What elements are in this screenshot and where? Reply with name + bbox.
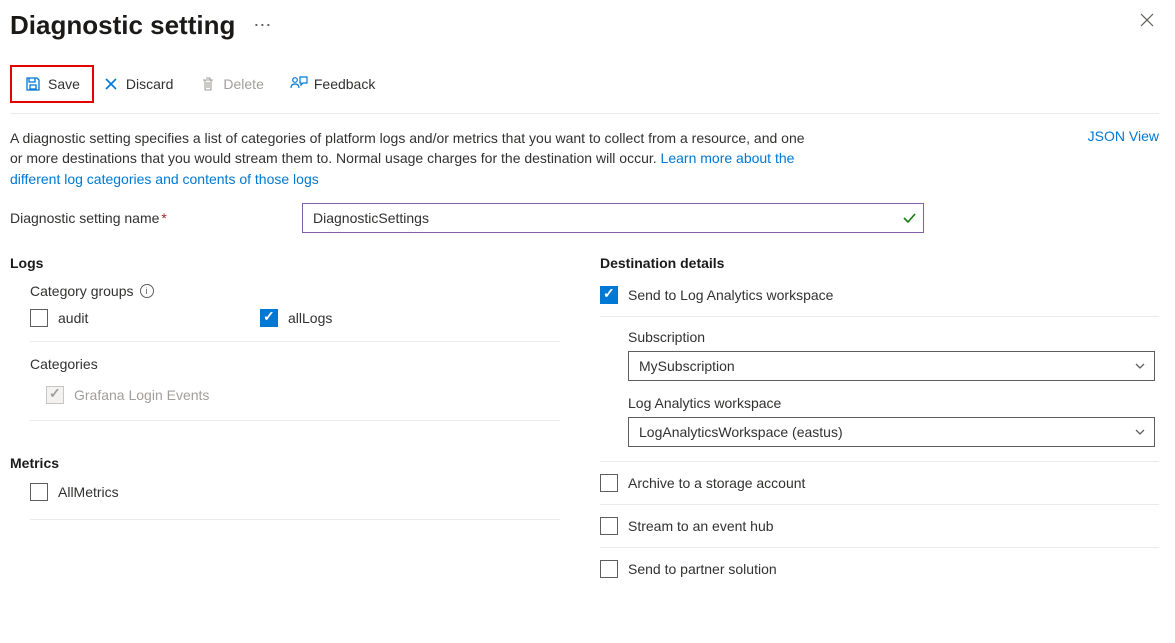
alllogs-label: allLogs xyxy=(288,310,332,326)
description-text: A diagnostic setting specifies a list of… xyxy=(10,128,820,189)
save-button[interactable]: Save xyxy=(16,69,88,99)
delete-button: Delete xyxy=(191,69,271,99)
send-la-label: Send to Log Analytics workspace xyxy=(628,287,833,303)
setting-name-label: Diagnostic setting name* xyxy=(10,210,302,226)
delete-icon xyxy=(199,75,217,93)
feedback-label: Feedback xyxy=(314,76,375,92)
valid-check-icon xyxy=(902,211,916,225)
discard-icon xyxy=(102,75,120,93)
metrics-heading: Metrics xyxy=(10,455,600,471)
save-icon xyxy=(24,75,42,93)
delete-label: Delete xyxy=(223,76,263,92)
destination-heading: Destination details xyxy=(600,255,1159,271)
chevron-down-icon xyxy=(1134,426,1146,438)
close-button[interactable] xyxy=(1139,12,1155,28)
more-actions-button[interactable]: ⋯ xyxy=(253,15,272,36)
subscription-select[interactable]: MySubscription xyxy=(628,351,1155,381)
partner-checkbox[interactable] xyxy=(600,560,618,578)
send-la-checkbox[interactable] xyxy=(600,286,618,304)
setting-name-input[interactable] xyxy=(302,203,924,233)
stream-label: Stream to an event hub xyxy=(628,518,774,534)
feedback-button[interactable]: Feedback xyxy=(282,69,383,99)
stream-checkbox[interactable] xyxy=(600,517,618,535)
chevron-down-icon xyxy=(1134,360,1146,372)
info-icon[interactable]: i xyxy=(140,284,154,298)
allmetrics-checkbox[interactable] xyxy=(30,483,48,501)
la-workspace-value: LogAnalyticsWorkspace (eastus) xyxy=(639,424,843,440)
subscription-label: Subscription xyxy=(628,329,1159,345)
toolbar: Save Discard Delete Feedback xyxy=(10,65,1159,114)
archive-label: Archive to a storage account xyxy=(628,475,805,491)
audit-label: audit xyxy=(58,310,88,326)
discard-button[interactable]: Discard xyxy=(94,69,181,99)
alllogs-checkbox[interactable] xyxy=(260,309,278,327)
discard-label: Discard xyxy=(126,76,173,92)
la-workspace-select[interactable]: LogAnalyticsWorkspace (eastus) xyxy=(628,417,1155,447)
audit-checkbox[interactable] xyxy=(30,309,48,327)
save-highlight-box: Save xyxy=(10,65,94,103)
logs-heading: Logs xyxy=(10,255,600,271)
category-groups-label: Category groups xyxy=(30,283,134,299)
archive-checkbox[interactable] xyxy=(600,474,618,492)
json-view-link[interactable]: JSON View xyxy=(1088,128,1159,144)
grafana-label: Grafana Login Events xyxy=(74,387,209,403)
la-workspace-label: Log Analytics workspace xyxy=(628,395,1159,411)
grafana-checkbox xyxy=(46,386,64,404)
feedback-icon xyxy=(290,75,308,93)
partner-label: Send to partner solution xyxy=(628,561,777,577)
required-asterisk: * xyxy=(161,210,166,226)
page-title: Diagnostic setting xyxy=(10,10,235,41)
subscription-value: MySubscription xyxy=(639,358,735,374)
save-label: Save xyxy=(48,76,80,92)
categories-label: Categories xyxy=(30,356,560,372)
allmetrics-label: AllMetrics xyxy=(58,484,119,500)
close-icon xyxy=(1139,12,1155,28)
